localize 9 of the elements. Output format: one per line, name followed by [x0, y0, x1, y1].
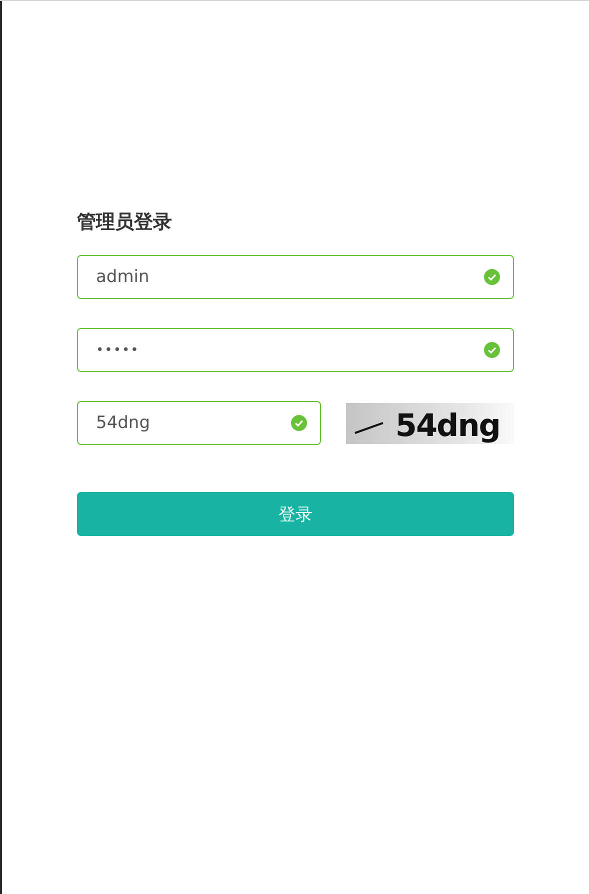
check-icon [291, 415, 307, 431]
check-icon [484, 269, 500, 285]
input-field[interactable]: ••••• [77, 328, 514, 372]
check-icon [484, 342, 500, 358]
captcha-image[interactable]: 54dng [346, 402, 514, 444]
strike-line [354, 420, 384, 434]
input-field[interactable]: admin [77, 255, 514, 299]
input-field[interactable]: 54dng [77, 401, 321, 445]
login-title: 管理员登录 [77, 210, 173, 235]
